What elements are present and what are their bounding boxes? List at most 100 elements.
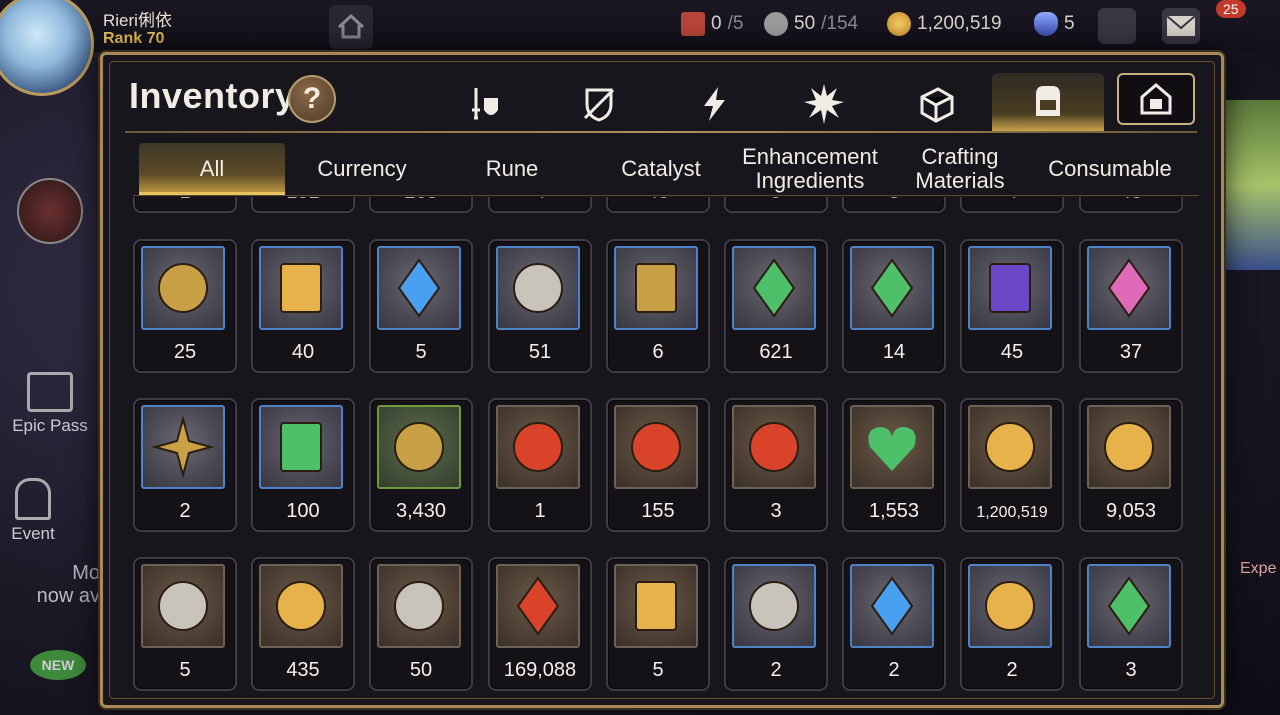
item-count: 100 — [286, 500, 320, 522]
inventory-item-slot[interactable]: 2 — [842, 557, 946, 691]
item-count: 3 — [1125, 659, 1137, 681]
knight-chess-icon — [377, 564, 461, 648]
awakening-burst-icon — [804, 84, 844, 124]
resource-value: 5 — [1064, 13, 1075, 34]
lobby-home-button[interactable] — [329, 5, 373, 49]
inventory-item-slot[interactable]: 4 — [960, 197, 1064, 213]
subtab-rune[interactable]: Rune — [439, 143, 585, 195]
tab-artifact[interactable] — [568, 75, 630, 133]
inventory-item-slot[interactable]: 9,053 — [1079, 398, 1183, 532]
subtab-consumable[interactable]: Consumable — [1036, 143, 1184, 195]
resource-stamina[interactable]: 50/154 — [764, 12, 858, 36]
expedition-button[interactable]: Expe — [1240, 505, 1280, 595]
storage-house-icon — [1140, 83, 1172, 115]
hero-portrait[interactable] — [0, 0, 94, 96]
item-count: 4 — [490, 197, 590, 204]
inventory-item-slot[interactable]: 25 — [133, 239, 237, 373]
inventory-item-slot[interactable]: 5 — [369, 239, 473, 373]
mail-button[interactable] — [1162, 8, 1200, 44]
inventory-item-slot[interactable]: 50 — [369, 557, 473, 691]
inventory-item-slot[interactable]: 263 — [369, 197, 473, 213]
expedition-label: Expe — [1240, 560, 1277, 577]
inventory-item-slot[interactable]: 40 — [251, 239, 355, 373]
subtab-all[interactable]: All — [139, 143, 285, 195]
item-grid[interactable]: 1151263448934482540551662114453721003,43… — [103, 197, 1221, 705]
tab-materials[interactable] — [906, 75, 968, 133]
stone-compass-icon — [141, 564, 225, 648]
item-count: 263 — [371, 197, 471, 204]
tab-bag[interactable] — [992, 73, 1104, 131]
item-count: 37 — [1119, 341, 1143, 363]
green-cocoon-icon — [1087, 564, 1171, 648]
inventory-item-slot[interactable]: 2 — [724, 557, 828, 691]
resource-gold[interactable]: 1,200,519 — [887, 12, 1002, 36]
promo-line-2: now av — [36, 585, 100, 607]
subtab-enhancement-ingredients[interactable]: Enhancement Ingredients — [737, 143, 883, 195]
tab-storage[interactable] — [1117, 73, 1195, 125]
inventory-item-slot[interactable]: 51 — [488, 239, 592, 373]
item-count: 3 — [770, 500, 782, 522]
tab-awakening[interactable] — [793, 75, 855, 133]
friend-avatar[interactable] — [0, 178, 100, 248]
inventory-item-slot[interactable]: 3 — [1079, 557, 1183, 691]
blue-crystal-gem-icon — [377, 246, 461, 330]
inventory-item-slot[interactable]: 3,430 — [369, 398, 473, 532]
inventory-item-slot[interactable]: 100 — [251, 398, 355, 532]
inventory-item-slot[interactable]: 155 — [606, 398, 710, 532]
page-title: Inventory — [129, 75, 296, 116]
resource-mission: 0/5 — [681, 12, 743, 36]
inventory-item-slot[interactable]: 2 — [133, 398, 237, 532]
chest-icon — [27, 372, 73, 412]
subtab-currency[interactable]: Currency — [289, 143, 435, 195]
title-divider — [125, 131, 1197, 133]
inventory-item-slot[interactable]: 6 — [606, 239, 710, 373]
inventory-item-slot[interactable]: 435 — [251, 557, 355, 691]
event-label: Event — [11, 524, 55, 543]
mail-count-badge: 25 — [1216, 0, 1246, 18]
inventory-item-slot[interactable]: 48 — [1079, 197, 1183, 213]
item-count: 2 — [179, 500, 191, 522]
inventory-item-slot[interactable]: 1 — [133, 197, 237, 213]
skystone-mission-icon — [681, 12, 705, 36]
house-icon — [337, 13, 365, 39]
resource-value: 1,200,519 — [917, 13, 1002, 34]
tab-skill[interactable] — [683, 75, 745, 133]
inventory-item-slot[interactable]: 1 — [488, 398, 592, 532]
inventory-item-slot[interactable]: 37 — [1079, 239, 1183, 373]
inventory-item-slot[interactable]: 151 — [251, 197, 355, 213]
event-button[interactable]: Event — [0, 478, 66, 544]
red-seal-icon — [732, 405, 816, 489]
item-count: 155 — [641, 500, 675, 522]
inventory-item-slot[interactable]: 9 — [724, 197, 828, 213]
item-count: 25 — [173, 341, 197, 363]
inventory-item-slot[interactable]: 3 — [842, 197, 946, 213]
inventory-item-slot[interactable]: 2 — [960, 557, 1064, 691]
inventory-item-slot[interactable]: 45 — [960, 239, 1064, 373]
inventory-item-slot[interactable]: 1,200,519 — [960, 398, 1064, 532]
sub-tab-bar: All Currency Rune Catalyst Enhancement I… — [139, 143, 1199, 197]
silver-coin-icon — [496, 246, 580, 330]
inventory-item-slot[interactable]: 4 — [488, 197, 592, 213]
mail-icon — [1166, 15, 1196, 36]
pink-mountain-crystal-icon — [1087, 246, 1171, 330]
resource-crystal[interactable]: 5 — [1034, 12, 1075, 36]
inventory-item-slot[interactable]: 3 — [724, 398, 828, 532]
fist-medal-icon — [377, 405, 461, 489]
epic-pass-button[interactable]: Epic Pass — [0, 372, 100, 436]
inventory-item-slot[interactable]: 1,553 — [842, 398, 946, 532]
help-button[interactable]: ? — [288, 75, 336, 123]
subtab-crafting-materials[interactable]: Crafting Materials — [887, 143, 1033, 195]
inventory-item-slot[interactable]: 169,088 — [488, 557, 592, 691]
gold-emblem-icon — [1087, 405, 1171, 489]
item-count: 169,088 — [503, 659, 577, 681]
inventory-item-slot[interactable]: 48 — [606, 197, 710, 213]
tab-equipment[interactable] — [453, 75, 515, 133]
inventory-item-slot[interactable]: 621 — [724, 239, 828, 373]
shop-menu-button[interactable] — [1098, 8, 1136, 44]
inventory-item-slot[interactable]: 5 — [606, 557, 710, 691]
subtab-catalyst[interactable]: Catalyst — [588, 143, 734, 195]
inventory-item-slot[interactable]: 5 — [133, 557, 237, 691]
stamina-icon — [764, 12, 788, 36]
item-count: 621 — [759, 341, 793, 363]
inventory-item-slot[interactable]: 14 — [842, 239, 946, 373]
